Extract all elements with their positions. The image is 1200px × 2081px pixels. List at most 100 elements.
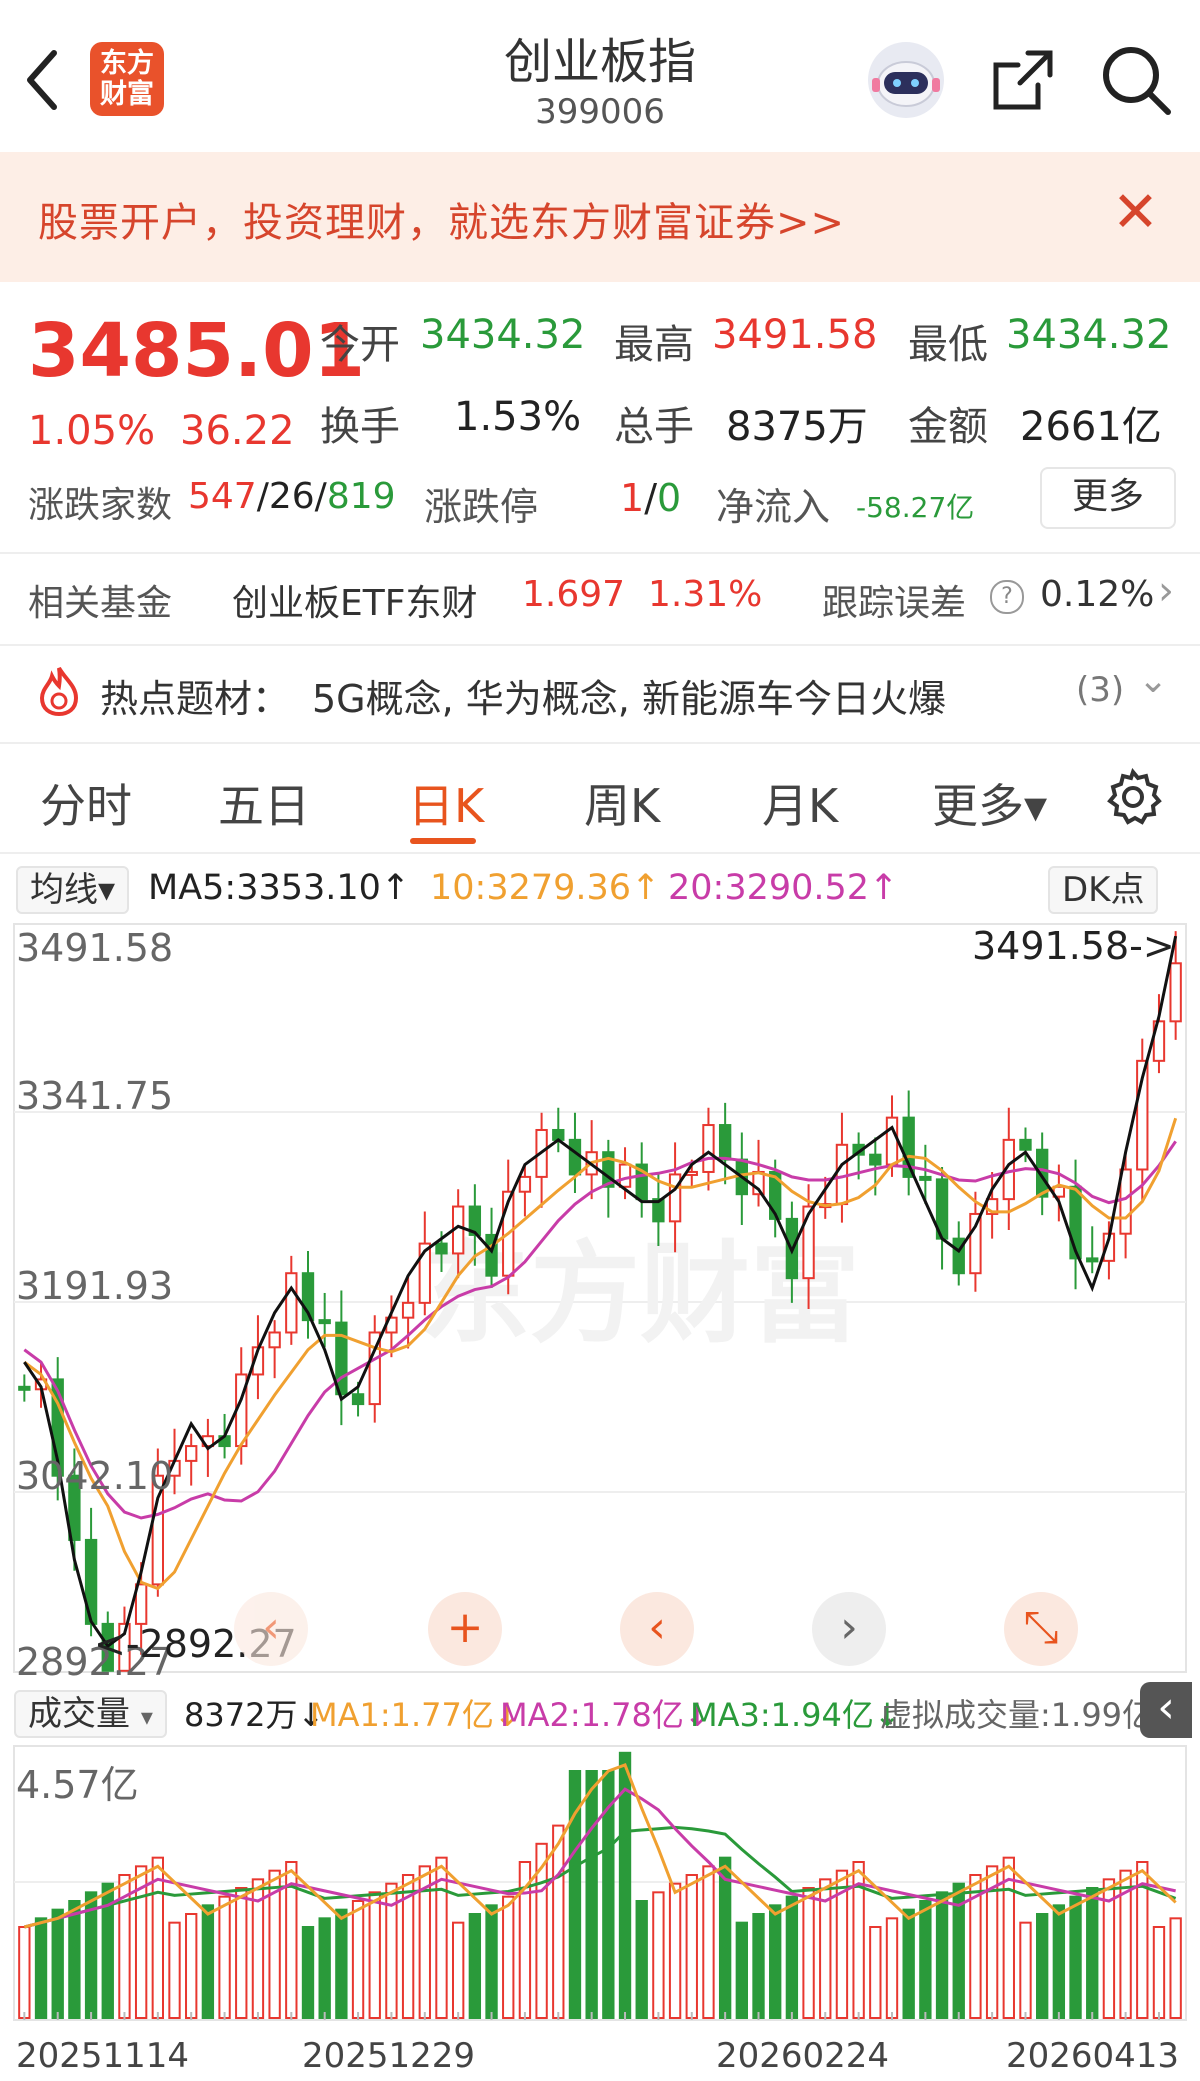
- volume-bar[interactable]: [1035, 1913, 1049, 2019]
- zoom-in-button[interactable]: +: [428, 1592, 502, 1666]
- collapse-panel-button[interactable]: ‹: [1140, 1682, 1192, 1738]
- volume-bar[interactable]: [685, 1874, 698, 2019]
- candle[interactable]: [1119, 1168, 1132, 1235]
- candle[interactable]: [919, 1175, 932, 1181]
- volume-bar[interactable]: [51, 1908, 64, 2020]
- tab-more[interactable]: 更多▾: [932, 770, 1047, 836]
- volume-bar[interactable]: [902, 1908, 915, 2020]
- volume-bar[interactable]: [585, 1770, 598, 2019]
- volume-bar[interactable]: [635, 1900, 648, 2019]
- candle[interactable]: [268, 1331, 281, 1349]
- volume-bar[interactable]: [869, 1926, 882, 2019]
- candle[interactable]: [1169, 962, 1182, 1023]
- volume-bar[interactable]: [802, 1887, 815, 2019]
- chevron-right-icon[interactable]: ›: [1158, 568, 1174, 614]
- volume-bar[interactable]: [552, 1824, 565, 2019]
- divider: [0, 742, 1200, 744]
- volume-bar[interactable]: [18, 1926, 31, 2019]
- search-icon[interactable]: [1098, 42, 1174, 118]
- volume-bar[interactable]: [885, 1917, 899, 2019]
- volume-bar[interactable]: [1069, 1895, 1082, 2020]
- candle[interactable]: [618, 1163, 632, 1188]
- volume-bar[interactable]: [235, 1887, 248, 2019]
- candle[interactable]: [18, 1385, 31, 1391]
- hot-topics[interactable]: 5G概念, 华为概念, 新能源车今日火爆: [312, 668, 946, 723]
- volume-bar[interactable]: [502, 1895, 515, 2020]
- volume-bar[interactable]: [335, 1908, 348, 2020]
- gear-icon[interactable]: [1104, 768, 1162, 826]
- volume-bar[interactable]: [652, 1891, 665, 2019]
- candle[interactable]: [318, 1319, 331, 1325]
- promo-banner[interactable]: 股票开户，投资理财，就选东方财富证券>> ✕: [0, 152, 1200, 282]
- candlestick-chart[interactable]: 东方财富: [0, 922, 1200, 1682]
- robot-avatar-icon[interactable]: [864, 38, 948, 122]
- candle[interactable]: [518, 1175, 532, 1193]
- volume-label: 总手: [614, 404, 694, 450]
- volume-bar[interactable]: [1152, 1926, 1166, 2019]
- volume-select[interactable]: 成交量 ▾: [14, 1690, 167, 1738]
- candle[interactable]: [335, 1321, 348, 1396]
- candle[interactable]: [869, 1153, 882, 1166]
- volume-bar[interactable]: [68, 1900, 81, 2019]
- candle[interactable]: [702, 1124, 715, 1173]
- candle[interactable]: [568, 1138, 582, 1176]
- tab-intraday[interactable]: 分时: [40, 770, 132, 836]
- close-icon[interactable]: ✕: [1112, 180, 1159, 245]
- volume-bar[interactable]: [935, 1891, 949, 2019]
- candle[interactable]: [401, 1301, 415, 1319]
- date-label: 20260413: [1006, 2036, 1180, 2076]
- volume-bar[interactable]: [351, 1900, 365, 2019]
- volume-bar[interactable]: [1086, 1887, 1099, 2019]
- pan-right-button[interactable]: ›: [812, 1592, 886, 1666]
- chevron-down-icon[interactable]: ⌄: [1138, 660, 1168, 701]
- volume-bar[interactable]: [718, 1856, 732, 2019]
- candle[interactable]: [718, 1124, 732, 1161]
- volume-bar[interactable]: [1052, 1904, 1066, 2019]
- candle[interactable]: [285, 1272, 298, 1334]
- volume-bar[interactable]: [702, 1865, 715, 2020]
- volume-bar[interactable]: [919, 1900, 932, 2019]
- tab-monthly-k[interactable]: 月K: [762, 770, 838, 836]
- candle[interactable]: [835, 1143, 849, 1206]
- volume-bar[interactable]: [468, 1913, 482, 2019]
- candle[interactable]: [351, 1393, 365, 1406]
- volume-bar[interactable]: [318, 1917, 331, 2019]
- volume-bar[interactable]: [168, 1921, 181, 2020]
- volume-bar[interactable]: [368, 1891, 381, 2019]
- candle[interactable]: [185, 1445, 198, 1462]
- volume-bar[interactable]: [185, 1913, 198, 2019]
- volume-chart[interactable]: [0, 1744, 1200, 2022]
- share-icon[interactable]: [988, 45, 1058, 115]
- volume-bar[interactable]: [34, 1917, 48, 2019]
- banner-text[interactable]: 股票开户，投资理财，就选东方财富证券>>: [38, 190, 845, 248]
- fullscreen-icon[interactable]: ⤡: [1004, 1592, 1078, 1666]
- volume-bar[interactable]: [451, 1921, 465, 2020]
- ma-select[interactable]: 均线▾: [16, 866, 130, 914]
- volume-bar[interactable]: [735, 1921, 749, 2020]
- volume-bar[interactable]: [769, 1904, 782, 2019]
- volume-bar[interactable]: [301, 1926, 315, 2019]
- candle[interactable]: [1019, 1138, 1032, 1151]
- volume-bar[interactable]: [668, 1882, 682, 2019]
- volume-bar[interactable]: [201, 1904, 215, 2019]
- tab-weekly-k[interactable]: 周K: [584, 770, 660, 836]
- tab-daily-k[interactable]: 日K: [408, 770, 484, 836]
- dk-point-button[interactable]: DK点: [1048, 866, 1159, 914]
- help-icon[interactable]: ?: [990, 580, 1024, 614]
- candle[interactable]: [435, 1242, 448, 1255]
- candle[interactable]: [885, 1116, 899, 1166]
- chart-left-control[interactable]: ‹: [234, 1592, 308, 1666]
- volume-bar[interactable]: [785, 1895, 799, 2020]
- tab-five-day[interactable]: 五日: [218, 770, 310, 836]
- volume-bar[interactable]: [485, 1904, 498, 2019]
- candle[interactable]: [1086, 1257, 1099, 1263]
- pan-left-button[interactable]: ‹: [620, 1592, 694, 1666]
- volume-bar[interactable]: [1019, 1921, 1032, 2020]
- volume-bar[interactable]: [218, 1895, 231, 2020]
- low-label: 最低: [908, 322, 988, 368]
- fund-name[interactable]: 创业板ETF东财: [232, 574, 477, 626]
- date-label: 20260224: [716, 2036, 890, 2076]
- volume-bar[interactable]: [752, 1913, 765, 2019]
- volume-bar[interactable]: [1169, 1917, 1182, 2019]
- more-button[interactable]: 更多: [1040, 467, 1176, 529]
